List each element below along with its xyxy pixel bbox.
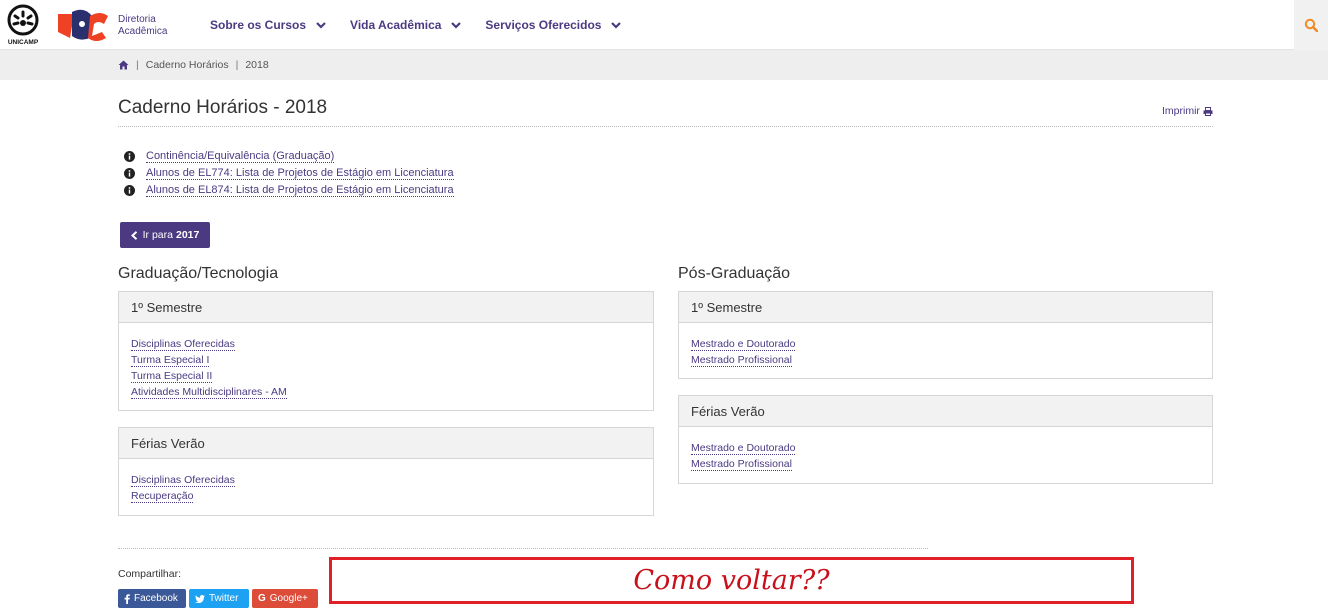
print-label: Imprimir <box>1162 105 1200 117</box>
print-link[interactable]: Imprimir <box>1162 105 1213 117</box>
panel-body: Mestrado e Doutorado Mestrado Profission… <box>679 427 1212 472</box>
dac-logo[interactable] <box>56 8 110 42</box>
atividades-multidisciplinares-link[interactable]: Atividades Multidisciplinares - AM <box>131 384 641 400</box>
breadcrumb-separator: | <box>235 59 239 71</box>
prev-button-prefix: Ir para <box>142 229 173 241</box>
turma-especial-i-link[interactable]: Turma Especial I <box>131 352 641 368</box>
annotation-box: Como voltar?? <box>329 557 1134 604</box>
nav-label: Serviços Oferecidos <box>485 18 602 32</box>
recuperacao-link[interactable]: Recuperação <box>131 488 641 504</box>
annotation-text: Como voltar?? <box>633 565 830 596</box>
info-circle-icon <box>124 151 135 162</box>
panel-body: Disciplinas Oferecidas Turma Especial I … <box>119 323 653 400</box>
mestrado-doutorado-link[interactable]: Mestrado e Doutorado <box>691 440 1200 456</box>
el774-link[interactable]: Alunos de EL774: Lista de Projetos de Es… <box>146 167 454 180</box>
search-icon <box>1304 18 1318 32</box>
printer-icon <box>1203 106 1213 116</box>
turma-especial-ii-link[interactable]: Turma Especial II <box>131 368 641 384</box>
google-plus-share-button[interactable]: G Google+ <box>252 589 318 608</box>
go-to-2017-button[interactable]: Ir para 2017 <box>120 222 210 248</box>
home-icon[interactable] <box>118 60 129 70</box>
breadcrumb-item-caderno[interactable]: Caderno Horários <box>146 59 229 71</box>
nav-vida-academica[interactable]: Vida Acadêmica <box>350 18 462 32</box>
unicamp-logo-text: UNICAMP <box>8 39 39 46</box>
nav-label: Vida Acadêmica <box>350 18 442 32</box>
panel-heading: 1º Semestre <box>119 292 653 323</box>
brand-line-2: Acadêmica <box>118 26 168 37</box>
page-title: Caderno Horários - 2018 <box>118 97 328 118</box>
chevron-down-icon <box>316 22 326 29</box>
brand-line-1: Diretoria <box>118 14 156 25</box>
prev-button-year: 2017 <box>176 229 200 241</box>
graduacao-title: Graduação/Tecnologia <box>118 265 279 282</box>
disciplinas-oferecidas-link[interactable]: Disciplinas Oferecidas <box>131 336 641 352</box>
facebook-share-button[interactable]: Facebook <box>118 589 186 608</box>
list-item: Continência/Equivalência (Graduação) <box>124 148 454 165</box>
twitter-share-button[interactable]: Twitter <box>189 589 249 608</box>
info-circle-icon <box>124 168 135 179</box>
panel-body: Mestrado e Doutorado Mestrado Profission… <box>679 323 1212 368</box>
continencia-link[interactable]: Continência/Equivalência (Graduação) <box>146 150 335 163</box>
site-header: UNICAMP Diretoria Acadêmica Sobre os Cur… <box>0 0 1328 50</box>
unicamp-logo[interactable]: UNICAMP <box>4 4 42 46</box>
twitter-label: Twitter <box>209 593 239 604</box>
pos-ferias-verao-panel: Férias Verão Mestrado e Doutorado Mestra… <box>678 395 1213 484</box>
chevron-down-icon <box>611 22 622 29</box>
nav-servicos-oferecidos[interactable]: Serviços Oferecidos <box>485 18 622 32</box>
panel-heading: Férias Verão <box>679 396 1212 427</box>
title-divider <box>118 126 1213 127</box>
mestrado-profissional-link[interactable]: Mestrado Profissional <box>691 352 1200 368</box>
breadcrumb-item-current: 2018 <box>245 59 269 71</box>
google-icon: G <box>258 593 266 604</box>
pos-1-semestre-panel: 1º Semestre Mestrado e Doutorado Mestrad… <box>678 291 1213 379</box>
breadcrumb: | Caderno Horários | 2018 <box>118 50 269 80</box>
panel-heading: 1º Semestre <box>679 292 1212 323</box>
chevron-left-icon <box>130 230 137 240</box>
el874-link[interactable]: Alunos de EL874: Lista de Projetos de Es… <box>146 184 454 197</box>
mestrado-profissional-link[interactable]: Mestrado Profissional <box>691 456 1200 472</box>
main-nav: Sobre os Cursos Vida Acadêmica Serviços … <box>210 0 645 50</box>
bottom-divider <box>118 548 928 549</box>
share-label: Compartilhar: <box>118 568 182 580</box>
list-item: Alunos de EL874: Lista de Projetos de Es… <box>124 182 454 199</box>
disciplinas-oferecidas-link[interactable]: Disciplinas Oferecidas <box>131 472 641 488</box>
google-label: Google+ <box>269 593 308 604</box>
facebook-icon <box>124 593 130 604</box>
panel-heading: Férias Verão <box>119 428 653 459</box>
breadcrumb-separator: | <box>136 59 139 71</box>
graduacao-1-semestre-panel: 1º Semestre Disciplinas Oferecidas Turma… <box>118 291 654 411</box>
search-button[interactable] <box>1294 0 1328 50</box>
posgraduacao-title: Pós-Graduação <box>678 265 791 282</box>
facebook-label: Facebook <box>134 593 178 604</box>
info-links: Continência/Equivalência (Graduação) Alu… <box>124 148 454 199</box>
nav-label: Sobre os Cursos <box>210 18 307 32</box>
list-item: Alunos de EL774: Lista de Projetos de Es… <box>124 165 454 182</box>
graduacao-ferias-verao-panel: Férias Verão Disciplinas Oferecidas Recu… <box>118 427 654 516</box>
twitter-icon <box>195 594 205 603</box>
brand-text[interactable]: Diretoria Acadêmica <box>118 14 167 38</box>
share-buttons: Facebook Twitter G Google+ <box>118 589 321 608</box>
panel-body: Disciplinas Oferecidas Recuperação <box>119 459 653 504</box>
mestrado-doutorado-link[interactable]: Mestrado e Doutorado <box>691 336 1200 352</box>
chevron-down-icon <box>451 22 462 29</box>
info-circle-icon <box>124 185 135 196</box>
breadcrumb-bar: | Caderno Horários | 2018 <box>0 50 1328 80</box>
nav-sobre-os-cursos[interactable]: Sobre os Cursos <box>210 18 326 32</box>
